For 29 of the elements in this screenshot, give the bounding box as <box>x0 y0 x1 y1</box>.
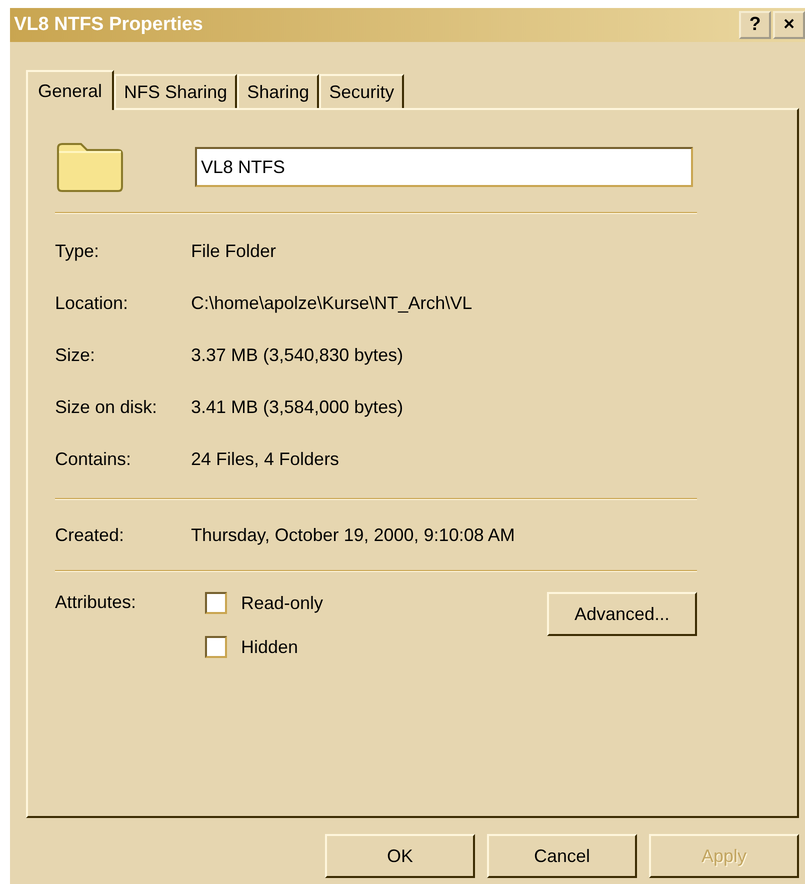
property-label: Type: <box>55 240 100 262</box>
property-label: Contains: <box>55 448 132 470</box>
checkbox-label: Hidden <box>241 636 298 658</box>
property-label: Size on disk: <box>55 396 158 418</box>
checkbox-label: Read-only <box>241 592 324 614</box>
advanced-button[interactable]: Advanced... <box>547 592 697 636</box>
tab[interactable]: Sharing <box>237 74 320 108</box>
property-label: Location: <box>55 292 130 314</box>
created-value: Thursday, October 19, 2000, 9:10:08 AM <box>191 524 516 546</box>
tab[interactable]: General <box>26 70 114 110</box>
name-field[interactable]: VL8 NTFS <box>195 147 693 187</box>
dialog-button[interactable]: Cancel <box>487 834 637 878</box>
window-title: VL8 NTFS Properties <box>14 14 203 36</box>
property-label: Size: <box>55 344 96 366</box>
property-value: File Folder <box>191 240 278 262</box>
checkbox[interactable] <box>205 592 227 614</box>
tab[interactable]: Security <box>319 74 404 108</box>
created-label: Created: <box>55 524 126 546</box>
property-value: 3.41 MB (3,584,000 bytes) <box>191 396 404 418</box>
attributes-label: Attributes: <box>55 592 138 613</box>
property-value: C:\home\apolze\Kurse\NT_Arch\VL <box>191 292 474 314</box>
property-value: 24 Files, 4 Folders <box>191 448 340 470</box>
property-value: 3.37 MB (3,540,830 bytes) <box>191 344 404 366</box>
folder-icon <box>57 142 123 192</box>
checkbox[interactable] <box>205 636 227 658</box>
close-button[interactable]: × <box>773 11 805 39</box>
dialog-button[interactable]: OK <box>325 834 475 878</box>
help-button[interactable]: ? <box>739 11 771 39</box>
tab[interactable]: NFS Sharing <box>114 74 238 108</box>
